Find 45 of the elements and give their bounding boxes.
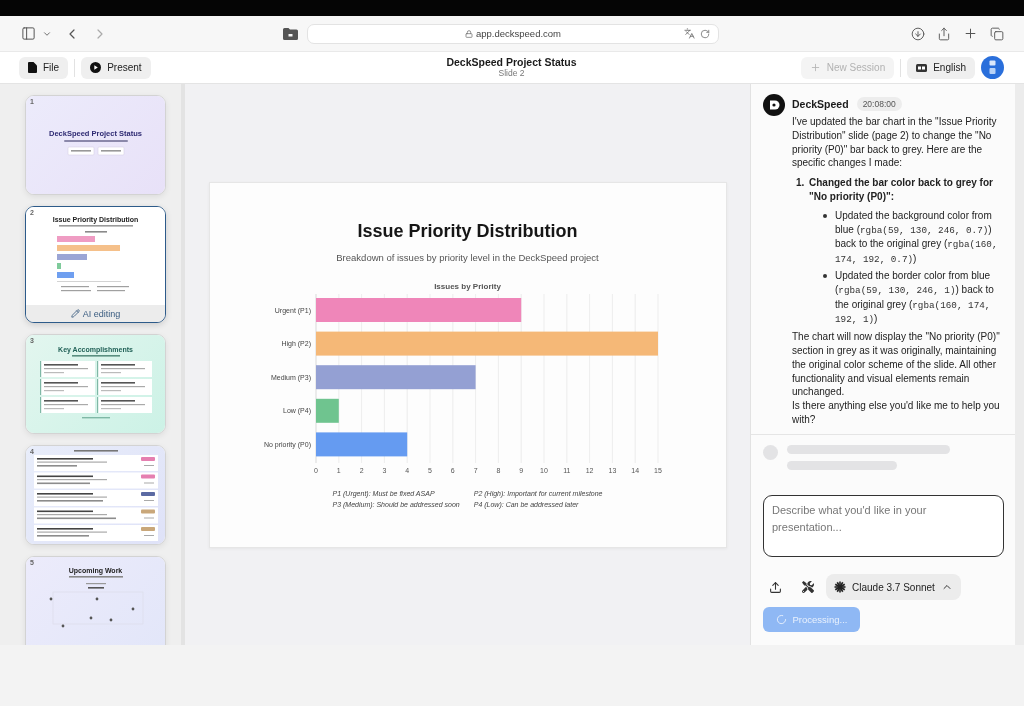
bullet-text: Updated the background color from blue (rgba(59, 130, 246, 0.7)) back to the original grey (rgba(160, 174, 192, 0.7)) <box>835 208 999 267</box>
message-text: The chart will now display the "No priority (P0)" section in grey as it was originally, maintaining the original color scheme of the slide. All other functionality and visual elements remain unchanged. <box>792 330 1001 400</box>
tabs-icon[interactable] <box>990 26 1004 41</box>
pencil-icon <box>70 309 80 318</box>
folder-icon[interactable] <box>283 27 298 40</box>
upload-icon[interactable] <box>769 580 782 594</box>
slide-title: Issue Priority Distribution <box>357 220 578 242</box>
chart-bar <box>315 398 339 423</box>
language-button[interactable]: English <box>907 56 975 79</box>
list-number: 1. <box>796 176 806 191</box>
message-text: Is there anything else you'd like me to help you with? <box>792 399 1001 427</box>
file-button[interactable]: File <box>19 56 69 79</box>
bullet-text: Updated the border color from blue (rgba(59, 130, 246, 1)) back to the original grey (rgba(160, 174, 192, 1)) <box>835 268 995 328</box>
file-icon <box>28 62 37 73</box>
plus-icon[interactable] <box>963 26 978 41</box>
sidebar-toggle-icon[interactable] <box>21 26 36 41</box>
translate-icon[interactable] <box>684 28 695 39</box>
play-icon <box>90 62 102 73</box>
plus-icon <box>809 62 821 73</box>
logo-icon <box>763 94 785 116</box>
slide-indicator: Slide 2 <box>497 69 525 79</box>
message-text: I've updated the bar chart in the "Issue Priority Distribution" slide (page 2) to change the "No priority (P0)" bar back to grey. Here are the specific changes I made: <box>792 115 998 171</box>
presentation-title: DeckSpeed Project Status <box>446 56 577 69</box>
tools-icon[interactable] <box>802 581 814 593</box>
timestamp: 20:08:00 <box>856 96 902 111</box>
avatar-icon[interactable] <box>981 56 1004 79</box>
slide-subtitle: Breakdown of issues by priority level in the DeckSpeed project <box>336 251 599 263</box>
list-item-text: Changed the bar color back to grey for "No priority (P0)": <box>809 176 994 204</box>
bullet-icon <box>823 273 827 278</box>
starburst-icon <box>834 581 846 593</box>
spinner-icon <box>775 614 787 625</box>
present-button[interactable]: Present <box>81 56 151 79</box>
url-text: app.deckspeed.com <box>476 28 561 39</box>
lock-icon <box>465 29 473 38</box>
share-icon[interactable] <box>937 26 951 41</box>
chart-title: Issues by Priority <box>434 281 501 291</box>
reload-icon[interactable] <box>700 28 710 39</box>
language-icon <box>916 63 928 72</box>
prompt-input[interactable]: Describe what you'd like in your presentation... <box>763 495 1004 557</box>
address-bar[interactable]: app.deckspeed.com <box>307 23 719 44</box>
bullet-icon <box>823 213 827 218</box>
download-icon[interactable] <box>911 26 925 41</box>
model-selector[interactable]: Claude 3.7 Sonnet <box>826 574 961 600</box>
status-label: AI editing <box>82 308 121 319</box>
sender-name: DeckSpeed <box>792 97 849 110</box>
